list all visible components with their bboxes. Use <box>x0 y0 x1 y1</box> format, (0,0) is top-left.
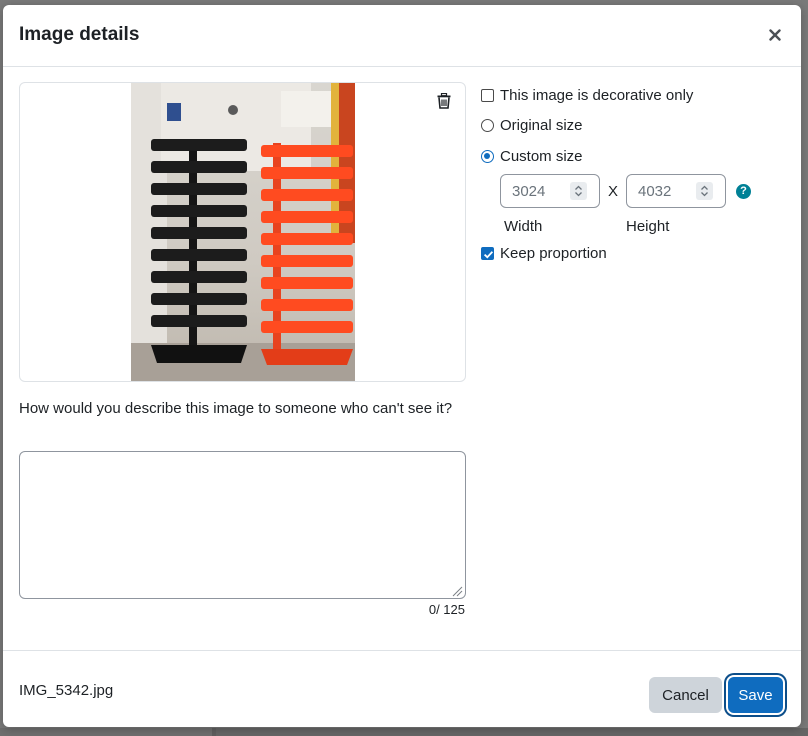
width-label: Width <box>504 218 543 235</box>
custom-size-label: Custom size <box>500 148 583 165</box>
resize-grip-icon[interactable] <box>451 585 463 597</box>
height-input[interactable]: 4032 <box>626 174 726 208</box>
width-spinner[interactable] <box>570 182 587 200</box>
help-icon[interactable]: ? <box>736 184 751 199</box>
height-label: Height <box>626 218 670 235</box>
width-input[interactable]: 3024 <box>500 174 600 208</box>
height-value: 4032 <box>638 183 672 200</box>
spinner-arrows-icon <box>575 185 582 197</box>
dialog-header: Image details <box>3 5 801 67</box>
original-size-label: Original size <box>500 117 583 134</box>
character-count: 0/ 125 <box>428 602 465 617</box>
original-size-option[interactable]: Original size <box>481 117 583 134</box>
decorative-option[interactable]: This image is decorative only <box>481 87 693 104</box>
delete-image-button[interactable] <box>437 92 455 113</box>
description-label: How would you describe this image to som… <box>19 400 453 417</box>
dialog-title: Image details <box>19 24 140 45</box>
custom-size-option[interactable]: Custom size <box>481 148 583 165</box>
height-spinner[interactable] <box>696 182 713 200</box>
close-button[interactable] <box>763 23 787 47</box>
custom-size-radio[interactable] <box>481 150 494 163</box>
background-strip <box>0 728 808 736</box>
size-separator: X <box>608 183 619 200</box>
image-preview <box>19 82 466 382</box>
original-size-radio[interactable] <box>481 119 494 132</box>
keep-proportion-label: Keep proportion <box>500 245 607 262</box>
cancel-button[interactable]: Cancel <box>649 677 722 713</box>
image-filename: IMG_5342.jpg <box>19 682 114 699</box>
close-icon <box>769 29 781 41</box>
keep-proportion-checkbox[interactable] <box>481 247 494 260</box>
save-button[interactable]: Save <box>728 677 783 713</box>
width-value: 3024 <box>512 183 546 200</box>
trash-icon <box>437 92 451 109</box>
image-details-dialog: Image details This image is decorative o… <box>3 5 801 727</box>
spinner-arrows-icon <box>701 185 708 197</box>
decorative-checkbox[interactable] <box>481 89 494 102</box>
image-thumbnail <box>131 83 355 381</box>
checkmark-icon <box>483 251 494 259</box>
description-textarea[interactable] <box>19 451 466 599</box>
dialog-footer: IMG_5342.jpg Cancel Save <box>3 650 801 727</box>
keep-proportion-option[interactable]: Keep proportion <box>481 245 607 262</box>
decorative-label: This image is decorative only <box>500 87 694 104</box>
